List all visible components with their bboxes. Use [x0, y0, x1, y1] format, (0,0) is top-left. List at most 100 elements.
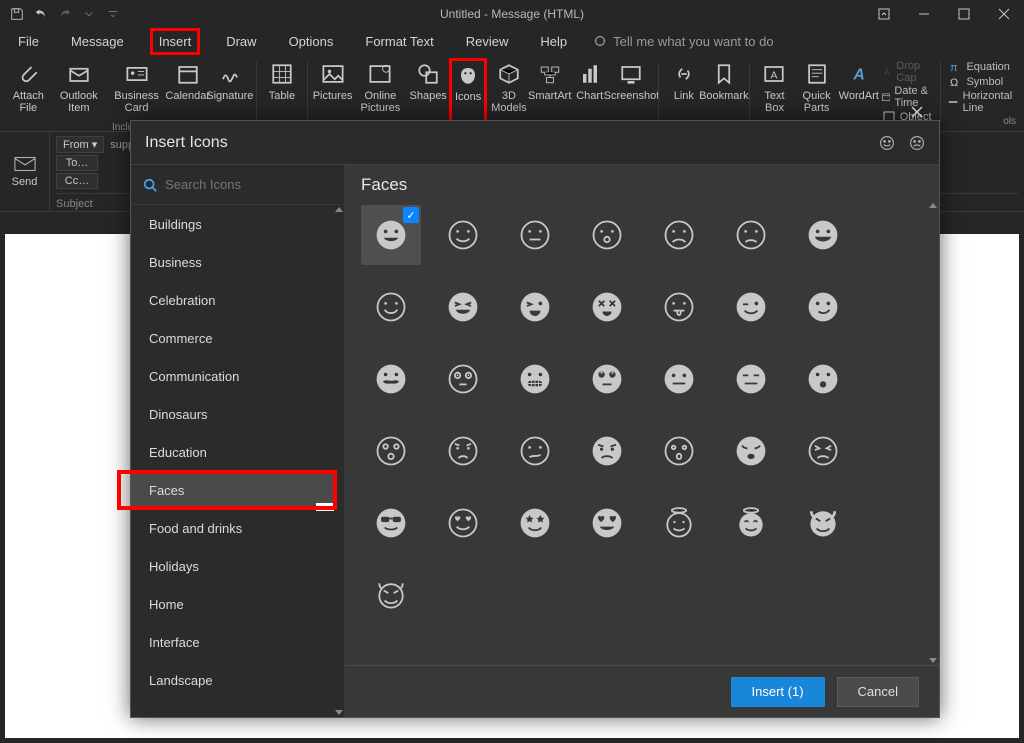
tell-me-search[interactable]: Tell me what you want to do [593, 34, 773, 49]
face-heart-eyes-outline[interactable] [433, 493, 493, 553]
from-button[interactable]: From ▾ [56, 136, 104, 153]
svg-text:Ω: Ω [950, 77, 958, 89]
face-sunglasses[interactable] [361, 493, 421, 553]
category-buildings[interactable]: Buildings [131, 205, 334, 243]
face-heart-eyes-solid[interactable] [577, 493, 637, 553]
ribbon-tabs: File Message Insert Draw Options Format … [0, 28, 1024, 54]
category-dinosaurs[interactable]: Dinosaurs [131, 395, 334, 433]
category-landscape[interactable]: Landscape [131, 661, 334, 699]
qat-more-icon[interactable] [106, 7, 120, 21]
face-grin-big[interactable] [793, 205, 853, 265]
face-mustache[interactable] [361, 349, 421, 409]
grid-title: Faces [345, 165, 939, 201]
tab-message[interactable]: Message [65, 31, 130, 52]
face-neutral-solid[interactable] [649, 349, 709, 409]
face-devil-outline[interactable] [361, 565, 421, 625]
redo-icon[interactable] [58, 7, 72, 21]
horizontal-line-button[interactable]: Horizontal Line [948, 90, 1016, 114]
face-smile-outline-2[interactable] [361, 277, 421, 337]
category-interface[interactable]: Interface [131, 623, 334, 661]
tab-file[interactable]: File [12, 31, 45, 52]
feedback-frown-icon[interactable] [909, 135, 925, 151]
insert-icons-dialog: Insert Icons Buildings Business Celebrat… [130, 120, 940, 718]
face-grin-solid[interactable] [361, 205, 421, 265]
tab-help[interactable]: Help [534, 31, 573, 52]
face-anguished[interactable] [577, 421, 637, 481]
face-open-round[interactable] [577, 205, 637, 265]
face-neutral-mouth[interactable] [505, 205, 565, 265]
search-input[interactable] [165, 177, 332, 192]
category-faces[interactable]: Faces [131, 471, 334, 509]
face-surprised[interactable] [793, 349, 853, 409]
face-rolling-eyes[interactable] [577, 349, 637, 409]
tab-draw[interactable]: Draw [220, 31, 262, 52]
svg-text:A: A [852, 66, 864, 83]
cc-button[interactable]: Cc… [56, 173, 98, 189]
subject-label: Subject [56, 198, 93, 210]
face-smirk-solid[interactable] [793, 277, 853, 337]
face-hushed[interactable] [649, 421, 709, 481]
icons-grid [361, 201, 923, 665]
face-tongue-out[interactable] [649, 277, 709, 337]
tab-options[interactable]: Options [283, 31, 340, 52]
tab-format-text[interactable]: Format Text [359, 31, 439, 52]
symbol-button[interactable]: ΩSymbol [948, 75, 1016, 89]
grid-scrollbar[interactable] [927, 201, 939, 665]
to-button[interactable]: To… [56, 155, 98, 171]
face-confused[interactable] [505, 421, 565, 481]
face-star-eyes[interactable] [505, 493, 565, 553]
tab-review[interactable]: Review [460, 31, 515, 52]
category-education[interactable]: Education [131, 433, 334, 471]
signature-button[interactable]: Signature [209, 58, 250, 116]
face-wink-solid[interactable] [721, 277, 781, 337]
window-title: Untitled - Message (HTML) [440, 7, 584, 21]
face-flushed[interactable] [433, 349, 493, 409]
maximize-button[interactable] [944, 0, 984, 28]
face-expressionless[interactable] [721, 349, 781, 409]
category-food-and-drinks[interactable]: Food and drinks [131, 509, 334, 547]
category-home[interactable]: Home [131, 585, 334, 623]
business-card-button[interactable]: Business Card [107, 58, 166, 116]
face-devil-solid[interactable] [793, 493, 853, 553]
face-grimace[interactable] [505, 349, 565, 409]
svg-text:π: π [950, 62, 958, 74]
category-holidays[interactable]: Holidays [131, 547, 334, 585]
face-wink-tongue[interactable] [505, 277, 565, 337]
feedback-smile-icon[interactable] [879, 135, 895, 151]
category-communication[interactable]: Communication [131, 357, 334, 395]
face-angel-outline[interactable] [649, 493, 709, 553]
face-frown-outline[interactable] [649, 205, 709, 265]
face-laugh-squint[interactable] [433, 277, 493, 337]
symbols-group-label-clipped: ols [1003, 116, 1016, 127]
tab-insert[interactable]: Insert [150, 28, 201, 55]
category-commerce[interactable]: Commerce [131, 319, 334, 357]
face-smile-outline[interactable] [433, 205, 493, 265]
face-sad-outline[interactable] [721, 205, 781, 265]
calendar-button[interactable]: Calendar [168, 58, 207, 116]
search-icons[interactable] [131, 165, 344, 205]
minimize-button[interactable] [904, 0, 944, 28]
category-business[interactable]: Business [131, 243, 334, 281]
attach-file-button[interactable]: Attach File [6, 58, 51, 116]
cancel-button[interactable]: Cancel [837, 677, 919, 707]
dialog-close-button[interactable] [903, 103, 931, 121]
face-dizzy-tongue[interactable] [577, 277, 637, 337]
qat-arrow-icon[interactable] [82, 7, 96, 21]
equation-button[interactable]: πEquation [948, 60, 1016, 74]
face-angel-solid[interactable] [721, 493, 781, 553]
outlook-item-button[interactable]: Outlook Item [53, 58, 105, 116]
send-button[interactable]: Send [0, 132, 50, 211]
face-persevere[interactable] [793, 421, 853, 481]
ribbon-display-options[interactable] [864, 0, 904, 28]
outlook-window: Untitled - Message (HTML) File Message I… [0, 0, 1024, 743]
category-celebration[interactable]: Celebration [131, 281, 334, 319]
face-tired[interactable] [721, 421, 781, 481]
insert-button[interactable]: Insert (1) [731, 677, 825, 707]
face-worried[interactable] [433, 421, 493, 481]
category-scrollbar[interactable] [334, 205, 344, 717]
close-button[interactable] [984, 0, 1024, 28]
undo-icon[interactable] [34, 7, 48, 21]
face-astonished[interactable] [361, 421, 421, 481]
save-icon[interactable] [10, 7, 24, 21]
drop-cap-button[interactable]: ADrop Cap [882, 60, 932, 84]
